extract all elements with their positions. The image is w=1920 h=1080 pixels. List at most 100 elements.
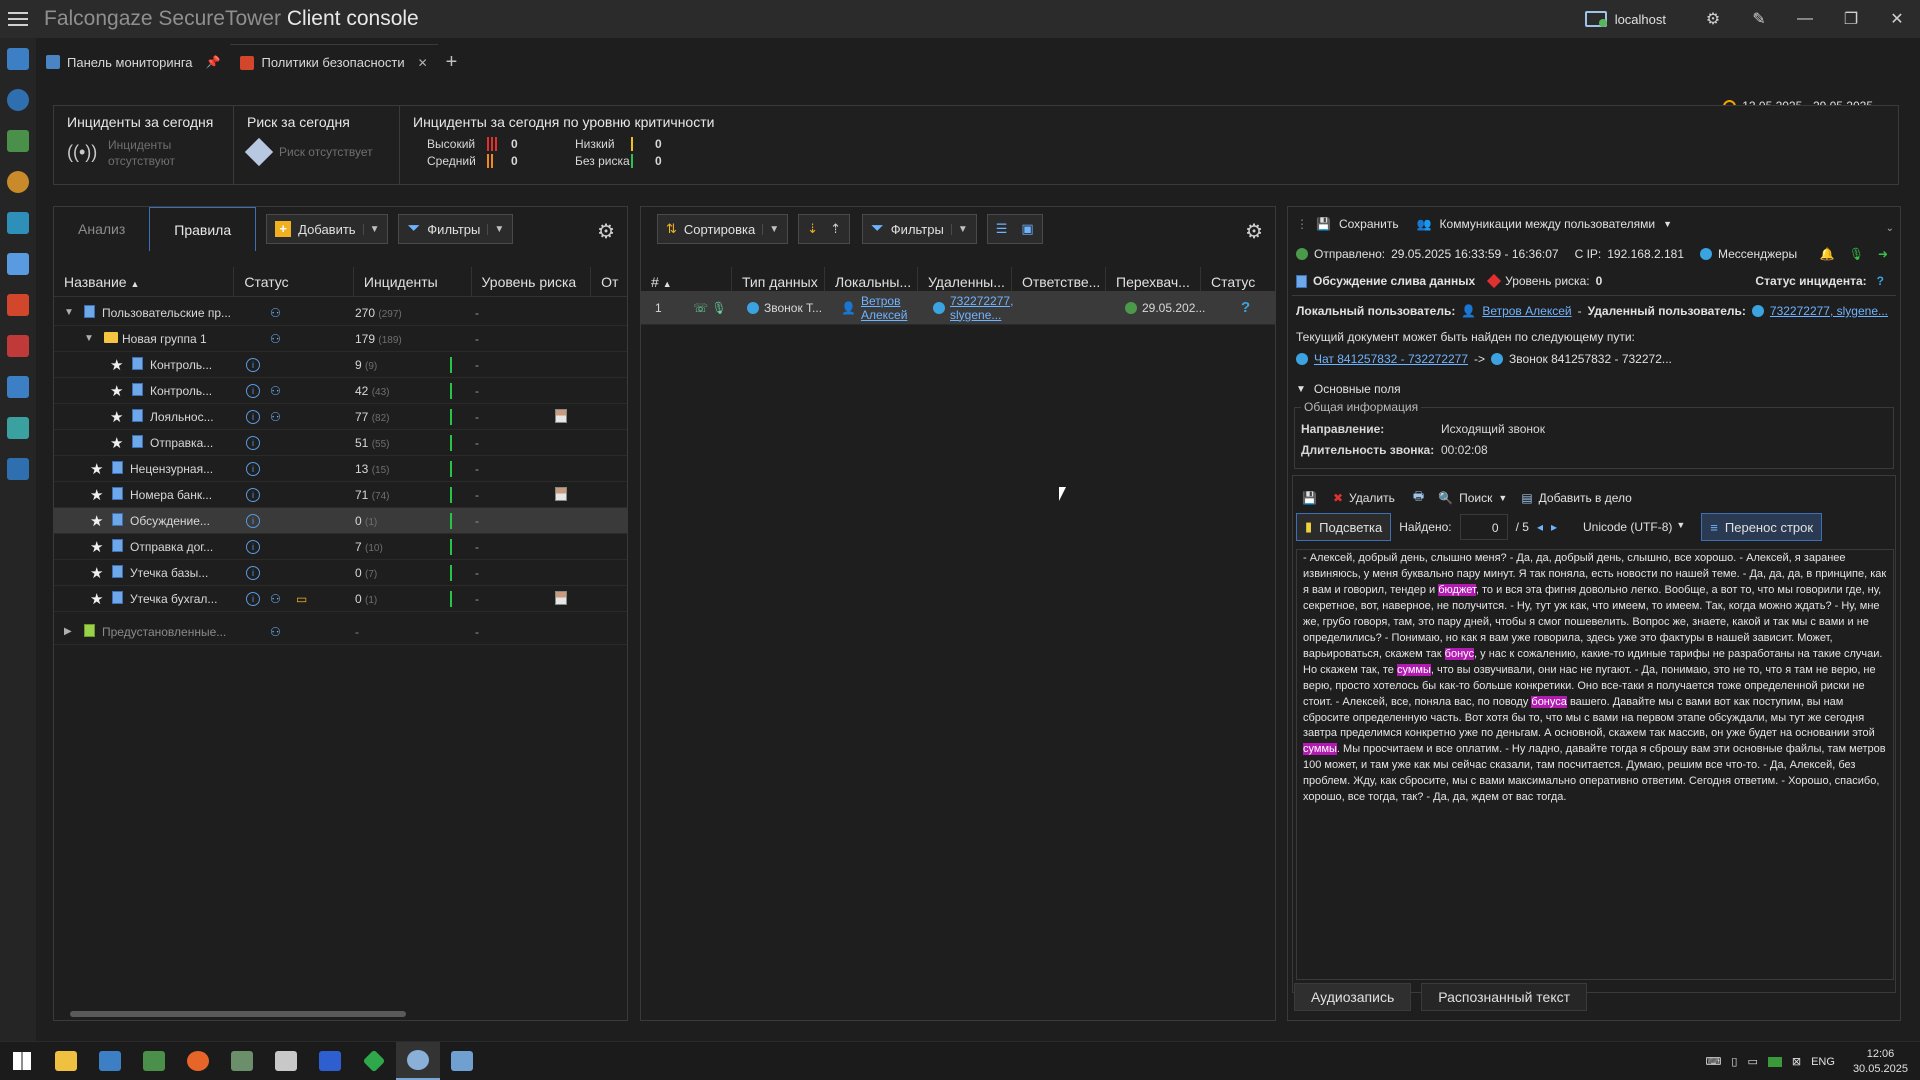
word-wrap-toggle[interactable]: ≡ Перенос строк bbox=[1701, 513, 1823, 541]
local-user-link[interactable]: Ветров Алексей bbox=[861, 294, 911, 322]
gear-icon[interactable]: ⚙ bbox=[1245, 219, 1263, 244]
tab-recognized-text[interactable]: Распознанный текст bbox=[1421, 983, 1588, 1011]
info-icon[interactable]: i bbox=[246, 539, 260, 554]
mic-icon[interactable]: 🎙 bbox=[1849, 247, 1864, 261]
remote-user-link[interactable]: 732272277, slygene... bbox=[1770, 304, 1888, 318]
close-button[interactable]: ✕ bbox=[1874, 0, 1920, 38]
comm-dropdown[interactable]: Коммуникации между пользователями bbox=[1440, 217, 1656, 231]
rail-graph-icon[interactable] bbox=[0, 202, 36, 243]
star-icon[interactable]: ★ bbox=[90, 460, 103, 478]
battery-icon[interactable]: ▯ bbox=[1731, 1055, 1737, 1068]
rail-reports-icon[interactable] bbox=[0, 407, 36, 448]
star-icon[interactable]: ★ bbox=[110, 408, 123, 426]
app-icon[interactable] bbox=[132, 1042, 176, 1080]
star-icon[interactable]: ★ bbox=[90, 590, 103, 608]
star-icon[interactable]: ★ bbox=[90, 564, 103, 582]
path-chat-link[interactable]: Чат 841257832 - 732272277 bbox=[1314, 352, 1468, 366]
horizontal-scrollbar[interactable] bbox=[70, 1011, 406, 1017]
info-icon[interactable]: i bbox=[246, 383, 260, 398]
rule-row[interactable]: ★ Контроль... i 9 (9) - bbox=[54, 352, 627, 378]
incident-row[interactable]: 1 ☏ 🎙 Звонок Т... 👤 Ветров Алексей 73227… bbox=[641, 291, 1275, 325]
rail-search-icon[interactable] bbox=[0, 79, 36, 120]
sort-asc-icon[interactable]: ⇣ bbox=[807, 221, 818, 237]
app-icon[interactable] bbox=[440, 1042, 484, 1080]
print-icon[interactable]: 🖶 bbox=[1413, 487, 1424, 508]
info-icon[interactable]: i bbox=[246, 461, 260, 476]
rule-row[interactable]: ▶ Предустановленные... ⚇ - - bbox=[54, 619, 627, 645]
rail-incidents-icon[interactable] bbox=[0, 325, 36, 366]
star-icon[interactable]: ★ bbox=[110, 382, 123, 400]
rule-row[interactable]: ★ Отправка дог... i 7 (10) - bbox=[54, 534, 627, 560]
expand-toggle-icon[interactable]: ▶ bbox=[64, 626, 72, 637]
tab-security-policies[interactable]: Политики безопасности ✕ bbox=[230, 44, 438, 80]
rule-row[interactable]: ★ Номера банк... i 71 (74) - bbox=[54, 482, 627, 508]
app-icon[interactable] bbox=[88, 1042, 132, 1080]
rule-row[interactable]: ★ Утечка бухгал... i ⚇ ▭ 0 (1) - bbox=[54, 586, 627, 612]
language-indicator[interactable]: ENG bbox=[1811, 1056, 1835, 1068]
col-name[interactable]: Название ▲ bbox=[54, 267, 233, 297]
info-icon[interactable]: i bbox=[246, 513, 260, 528]
tab-monitoring[interactable]: Панель мониторинга 📌 bbox=[36, 44, 230, 80]
transcript-text[interactable]: - Алексей, добрый день, слышно меня? - Д… bbox=[1296, 549, 1894, 980]
volume-icon[interactable]: ⊠ bbox=[1792, 1055, 1801, 1068]
rail-archive-icon[interactable] bbox=[0, 243, 36, 284]
pin-window-icon[interactable]: ✎ bbox=[1736, 0, 1782, 38]
chevron-down-icon[interactable]: ▼ bbox=[950, 223, 968, 235]
chevron-down-icon[interactable]: ▼ bbox=[1663, 219, 1672, 229]
expand-toggle-icon[interactable]: ▼ bbox=[64, 307, 74, 318]
network-icon[interactable]: ▭ bbox=[1747, 1055, 1757, 1068]
add-button[interactable]: + Добавить ▼ bbox=[266, 214, 389, 244]
rule-row[interactable]: ★ Обсуждение... i 0 (1) - bbox=[54, 508, 627, 534]
app-icon[interactable] bbox=[264, 1042, 308, 1080]
star-icon[interactable]: ★ bbox=[90, 486, 103, 504]
sort-order-buttons[interactable]: ⇣ ⇡ bbox=[798, 214, 850, 244]
col-risk[interactable]: Уровень риска bbox=[470, 266, 591, 297]
server-connection[interactable]: localhost bbox=[1584, 11, 1666, 27]
settings-icon[interactable]: ⚙ bbox=[1690, 0, 1736, 38]
rail-users-icon[interactable] bbox=[0, 120, 36, 161]
expand-toggle-icon[interactable]: ▼ bbox=[84, 333, 94, 344]
app-icon[interactable] bbox=[308, 1042, 352, 1080]
chevron-down-icon[interactable]: ▼ bbox=[1498, 493, 1507, 503]
rail-monitors-icon[interactable] bbox=[0, 448, 36, 489]
status-unknown-icon[interactable]: ? bbox=[1241, 299, 1250, 316]
info-icon[interactable]: i bbox=[246, 435, 260, 450]
clock[interactable]: 12:06 30.05.2025 bbox=[1853, 1047, 1908, 1077]
save-button[interactable]: Сохранить bbox=[1339, 217, 1399, 231]
next-match-icon[interactable]: ▸ bbox=[1551, 520, 1557, 534]
view-toggle[interactable]: ☰ ▣ bbox=[986, 214, 1043, 244]
menu-icon[interactable] bbox=[0, 0, 36, 38]
monitor-icon[interactable] bbox=[1767, 1056, 1782, 1067]
save-icon[interactable]: 💾 bbox=[1302, 491, 1317, 505]
pin-icon[interactable]: 📌 bbox=[206, 55, 221, 69]
remote-user-link[interactable]: 732272277, slygene... bbox=[950, 294, 1014, 322]
main-fields-section[interactable]: ▼ Основные поля bbox=[1296, 382, 1892, 396]
app-icon[interactable] bbox=[352, 1042, 396, 1080]
info-icon[interactable]: i bbox=[246, 487, 260, 502]
col-from[interactable]: От bbox=[590, 266, 627, 297]
save-icon[interactable]: 💾 bbox=[1316, 217, 1331, 231]
encoding-select[interactable]: Unicode (UTF-8) ▼ bbox=[1583, 520, 1685, 534]
start-icon[interactable] bbox=[0, 1042, 44, 1080]
found-input[interactable]: 0 bbox=[1459, 514, 1508, 540]
firefox-icon[interactable] bbox=[176, 1042, 220, 1080]
add-to-case-button[interactable]: Добавить в дело bbox=[1539, 491, 1632, 505]
chevron-down-icon[interactable]: ▼ bbox=[362, 223, 379, 235]
delete-button[interactable]: Удалить bbox=[1349, 491, 1395, 505]
list-view-icon[interactable]: ☰ bbox=[996, 221, 1008, 237]
tab-analysis[interactable]: Анализ bbox=[54, 207, 149, 251]
securetower-console-icon[interactable] bbox=[396, 1042, 440, 1080]
new-tab-icon[interactable]: + bbox=[446, 51, 458, 74]
status-unknown-icon[interactable]: ? bbox=[1877, 274, 1884, 288]
file-explorer-icon[interactable] bbox=[44, 1042, 88, 1080]
close-tab-icon[interactable]: ✕ bbox=[418, 56, 428, 70]
rail-policies-icon[interactable] bbox=[0, 284, 36, 325]
tab-audio[interactable]: Аудиозапись bbox=[1294, 983, 1412, 1011]
minimize-button[interactable]: — bbox=[1782, 0, 1828, 38]
rail-investigation-icon[interactable] bbox=[0, 161, 36, 202]
keyboard-icon[interactable]: ⌨ bbox=[1706, 1055, 1722, 1068]
col-status[interactable]: Статус bbox=[233, 266, 353, 297]
prev-match-icon[interactable]: ◂ bbox=[1537, 520, 1543, 534]
preview-view-icon[interactable]: ▣ bbox=[1021, 221, 1033, 237]
sort-desc-icon[interactable]: ⇡ bbox=[830, 221, 841, 237]
